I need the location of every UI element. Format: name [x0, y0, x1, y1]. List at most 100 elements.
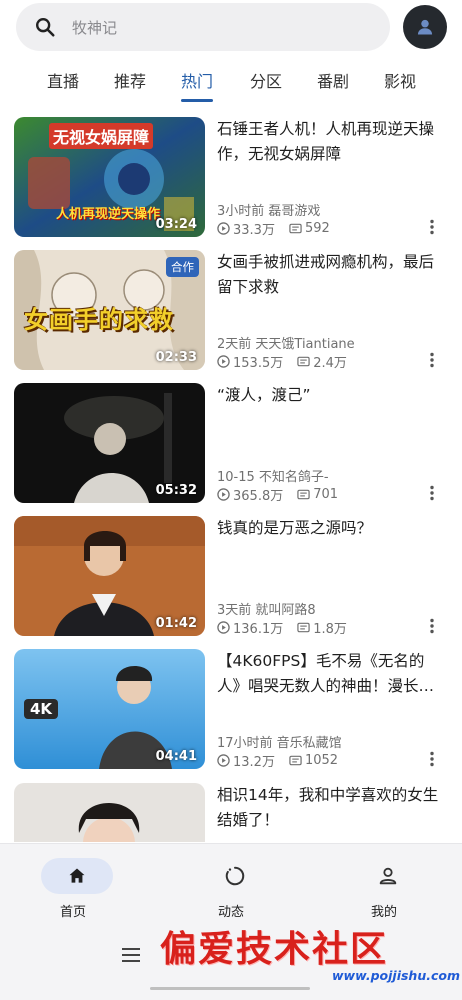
tab-anime[interactable]: 番剧 [317, 68, 349, 92]
video-duration: 04:41 [155, 749, 197, 764]
home-indicator[interactable] [150, 987, 310, 990]
play-count-icon [217, 621, 230, 634]
video-duration: 02:33 [155, 350, 197, 365]
activity-icon [225, 866, 245, 886]
nav-profile-pill[interactable] [352, 858, 424, 894]
view-count: 365.8万 [233, 489, 284, 504]
video-duration: 01:42 [155, 616, 197, 631]
tab-hot[interactable]: 热门 [181, 68, 213, 92]
nav-home-label: 首页 [59, 905, 86, 920]
tab-live[interactable]: 直播 [47, 68, 79, 92]
more-options-button[interactable] [424, 616, 440, 636]
header: 牧神记 [0, 0, 462, 58]
video-duration: 03:24 [155, 217, 197, 232]
danmaku-icon [297, 356, 310, 367]
thumbnail-caption: 女画手的求救 [24, 306, 174, 334]
more-options-button[interactable] [424, 217, 440, 237]
profile-icon [379, 867, 397, 885]
video-title[interactable]: “渡人，渡己” [217, 383, 447, 435]
thumbnail-caption: 人机再现逆天操作 [56, 207, 161, 222]
video-list: 无视女娲屏障 人机再现逆天操作 03:24 石锤王者人机！人机再现逆天操作，无视… [0, 117, 462, 842]
active-tab-indicator [181, 99, 213, 102]
video-thumbnail[interactable]: 女画手的求救 合作 02:33 [14, 250, 205, 370]
avatar[interactable] [403, 5, 447, 49]
collab-badge: 合作 [166, 257, 199, 277]
video-meta: 2天前 天天饿Tiantiane [217, 337, 355, 352]
nav-profile-label: 我的 [370, 905, 397, 920]
more-vertical-icon [430, 219, 434, 235]
more-options-button[interactable] [424, 350, 440, 370]
video-title[interactable]: 女画手被抓进戒网瘾机构，最后留下求救 [217, 250, 447, 302]
comment-count: 1052 [304, 753, 339, 768]
search-placeholder: 牧神记 [72, 18, 118, 37]
video-title[interactable]: 相识14年，我和中学喜欢的女生结婚了！ [217, 783, 447, 835]
video-title[interactable]: 石锤王者人机！人机再现逆天操作，无视女娲屏障 [217, 117, 447, 169]
more-vertical-icon [430, 485, 434, 501]
tab-category[interactable]: 分区 [250, 68, 282, 92]
tab-recommend[interactable]: 推荐 [114, 68, 146, 92]
comment-count: 2.4万 [313, 356, 347, 371]
more-vertical-icon [430, 618, 434, 634]
play-count-icon [217, 222, 230, 235]
list-item[interactable]: 01:42 钱真的是万恶之源吗？ 3天前 就叫阿路8 136.1万 1.8万 [0, 516, 462, 638]
video-meta: 3天前 就叫阿路8 [217, 603, 316, 618]
comment-count: 701 [313, 487, 339, 502]
search-icon [36, 18, 55, 37]
video-title[interactable]: 【4K60FPS】毛不易《无名的人》唱哭无数人的神曲！漫长… [217, 649, 447, 701]
menu-icon[interactable] [122, 948, 140, 962]
nav-home[interactable]: 首页 [28, 858, 118, 928]
home-icon [69, 868, 85, 883]
video-thumbnail[interactable]: 4K 04:41 [14, 649, 205, 769]
video-thumbnail[interactable] [14, 783, 205, 842]
video-stats: 136.1万 1.8万 [217, 618, 347, 637]
category-tabs: 直播 推荐 热门 分区 番剧 影视 [0, 62, 462, 106]
nav-profile[interactable]: 我的 [339, 858, 429, 928]
comment-count: 1.8万 [313, 622, 347, 637]
view-count: 136.1万 [233, 622, 284, 637]
view-count: 13.2万 [233, 755, 275, 770]
danmaku-icon [289, 223, 302, 234]
system-navigation-bar: 偏爱技术社区 www.pojjishu.com [0, 928, 462, 1000]
thumbnail-caption: 无视女娲屏障 [49, 123, 154, 149]
nav-activity-label: 动态 [217, 905, 244, 920]
video-stats: 153.5万 2.4万 [217, 352, 347, 371]
video-title[interactable]: 钱真的是万恶之源吗？ [217, 516, 447, 568]
comment-count: 592 [304, 221, 330, 236]
video-meta: 3小时前 磊哥游戏 [217, 204, 321, 219]
person-icon [417, 19, 433, 35]
search-bar[interactable]: 牧神记 [16, 3, 390, 51]
danmaku-icon [289, 755, 302, 766]
video-stats: 365.8万 701 [217, 485, 338, 504]
video-thumbnail[interactable]: 05:32 [14, 383, 205, 503]
tab-movies[interactable]: 影视 [384, 68, 416, 92]
play-count-icon [217, 754, 230, 767]
video-stats: 33.3万 592 [217, 219, 330, 238]
video-meta: 10-15 不知名鸽子- [217, 470, 329, 485]
list-item[interactable]: 无视女娲屏障 人机再现逆天操作 03:24 石锤王者人机！人机再现逆天操作，无视… [0, 117, 462, 239]
video-thumbnail[interactable]: 无视女娲屏障 人机再现逆天操作 03:24 [14, 117, 205, 237]
list-item[interactable]: 4K 04:41 【4K60FPS】毛不易《无名的人》唱哭无数人的神曲！漫长… … [0, 649, 462, 771]
danmaku-icon [297, 622, 310, 633]
play-count-icon [217, 355, 230, 368]
nav-activity[interactable]: 动态 [186, 858, 276, 928]
more-vertical-icon [430, 352, 434, 368]
more-options-button[interactable] [424, 483, 440, 503]
video-duration: 05:32 [155, 483, 197, 498]
view-count: 153.5万 [233, 356, 284, 371]
watermark-url: www.pojjishu.com [332, 968, 460, 983]
nav-home-pill[interactable] [41, 858, 113, 894]
list-item[interactable]: 相识14年，我和中学喜欢的女生结婚了！ [0, 783, 462, 842]
play-count-icon [217, 488, 230, 501]
nav-activity-pill[interactable] [199, 858, 271, 894]
watermark-logo: 偏爱技术社区 [160, 928, 389, 970]
thumbnail-image [14, 783, 205, 842]
video-meta: 17小时前 音乐私藏馆 [217, 736, 342, 751]
thumbnail-caption: 4K [24, 699, 59, 719]
more-options-button[interactable] [424, 749, 440, 769]
view-count: 33.3万 [233, 223, 275, 238]
danmaku-icon [297, 489, 310, 500]
list-item[interactable]: 05:32 “渡人，渡己” 10-15 不知名鸽子- 365.8万 701 [0, 383, 462, 505]
list-item[interactable]: 女画手的求救 合作 02:33 女画手被抓进戒网瘾机构，最后留下求救 2天前 天… [0, 250, 462, 372]
video-stats: 13.2万 1052 [217, 751, 338, 770]
video-thumbnail[interactable]: 01:42 [14, 516, 205, 636]
